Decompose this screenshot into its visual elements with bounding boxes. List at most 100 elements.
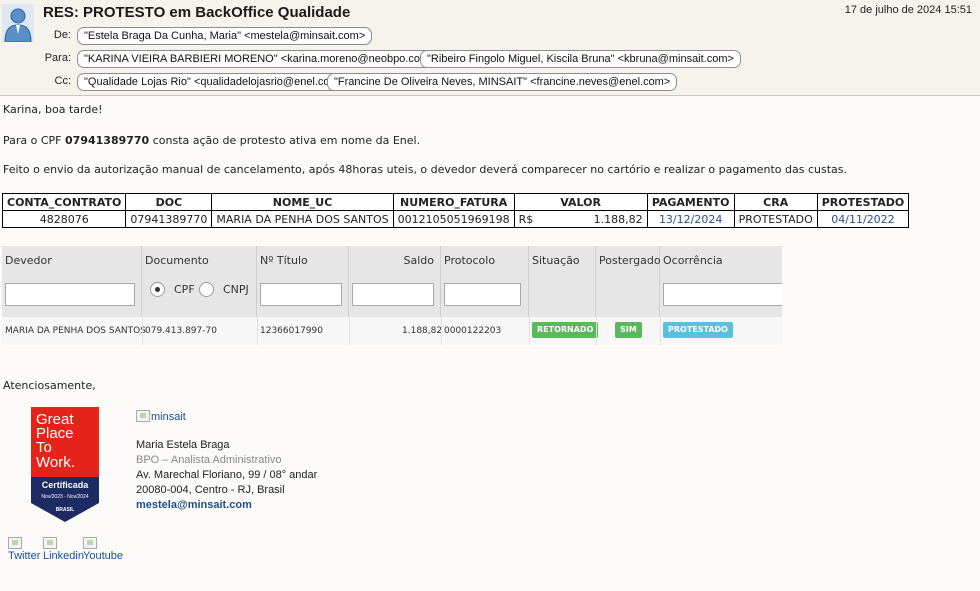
gptw-period: Nov/2023 - Nov/2024 <box>41 494 88 500</box>
closing-text: Atenciosamente, <box>3 379 96 392</box>
saldo-filter-input[interactable] <box>352 283 434 306</box>
email-header: RES: PROTESTO em BackOffice Qualidade 17… <box>0 0 980 96</box>
grid-cell-devedor: MARIA DA PENHA DOS SANTOS <box>5 326 146 336</box>
debtor-search-grid: Devedor Documento CPF CNPJ Nº Título Sal… <box>2 246 782 345</box>
grid-cell-saldo: 1.188,82 <box>402 326 443 336</box>
youtube-link[interactable]: Youtube <box>83 537 123 562</box>
grid-cell-documento: 079.413.897-70 <box>145 326 217 336</box>
grid-col-titulo: Nº Título <box>257 246 349 317</box>
situacao-badge: RETORNADO <box>532 322 599 338</box>
grid-header-saldo: Saldo <box>403 254 435 267</box>
table-header-row: CONTA_CONTRATO DOC NOME_UC NUMERO_FATURA… <box>1 193 910 211</box>
youtube-icon <box>83 537 97 549</box>
cell-currency: R$ <box>518 212 534 226</box>
grid-col-postergado: Postergado <box>596 246 661 317</box>
grid-col-devedor: Devedor <box>2 246 142 317</box>
cell-fatura: 0012105051969198 <box>392 210 515 228</box>
grid-col-protocolo: Protocolo <box>441 246 529 317</box>
signature-address1: Av. Marechal Floriano, 99 / 08° andar <box>136 469 318 481</box>
to-recipient-chip[interactable]: "KARINA VIEIRA BARBIERI MORENO" <karina.… <box>77 50 456 68</box>
grid-col-saldo: Saldo <box>349 246 441 317</box>
linkedin-link[interactable]: Linkedin <box>43 537 84 562</box>
email-subject: RES: PROTESTO em BackOffice Qualidade <box>43 4 351 21</box>
cell-valor-amount: 1.188,82 <box>593 212 643 226</box>
grid-header-situacao: Situação <box>532 254 580 267</box>
cc-label: Cc: <box>54 75 72 87</box>
col-valor: VALOR <box>513 193 648 211</box>
cell-doc: 07941389770 <box>125 210 213 228</box>
cell-protestado: 04/11/2022 <box>816 210 910 228</box>
cell-nome: MARIA DA PENHA DOS SANTOS <box>211 210 394 228</box>
grid-data-row[interactable]: MARIA DA PENHA DOS SANTOS 079.413.897-70… <box>2 317 782 345</box>
cell-conta: 4828076 <box>1 210 127 228</box>
cc-recipient-chip[interactable]: "Qualidade Lojas Rio" <qualidadelojasrio… <box>77 73 353 91</box>
to-label: Para: <box>44 52 71 64</box>
col-numero-fatura: NUMERO_FATURA <box>392 193 515 211</box>
table-row: 4828076 07941389770 MARIA DA PENHA DOS S… <box>1 210 910 228</box>
protest-table: CONTA_CONTRATO DOC NOME_UC NUMERO_FATURA… <box>1 193 910 228</box>
cpf-number: 07941389770 <box>65 134 150 147</box>
gptw-line4: Work. <box>36 454 75 471</box>
grid-cell-titulo: 12366017990 <box>260 326 323 336</box>
cpf-paragraph-pre: Para o CPF <box>3 134 66 147</box>
linkedin-icon <box>43 537 57 549</box>
grid-divider <box>257 317 258 345</box>
signature-role: BPO – Analista Administrativo <box>136 454 282 466</box>
grid-divider <box>349 317 350 345</box>
grid-divider <box>441 317 442 345</box>
devedor-filter-input[interactable] <box>5 283 135 306</box>
col-protestado: PROTESTADO <box>816 193 910 211</box>
postergado-badge: SIM <box>615 322 642 338</box>
grid-header-postergado: Postergado <box>599 254 661 267</box>
protocolo-filter-input[interactable] <box>444 283 521 306</box>
greeting-text: Karina, boa tarde! <box>3 103 103 116</box>
broken-image-icon <box>136 410 150 422</box>
grid-header-protocolo: Protocolo <box>444 254 496 267</box>
ocorrencia-filter-input[interactable] <box>663 283 782 306</box>
grid-col-ocorrencia: Ocorrência <box>660 246 782 317</box>
signature-name: Maria Estela Braga <box>136 439 230 451</box>
grid-col-documento: Documento CPF CNPJ <box>142 246 257 317</box>
minsait-logo-alt: minsait <box>151 411 186 423</box>
cpf-radio[interactable] <box>150 282 165 297</box>
col-nome-uc: NOME_UC <box>211 193 394 211</box>
signature-email-link[interactable]: mestela@minsait.com <box>136 499 252 511</box>
linkedin-link-label: Linkedin <box>43 550 84 562</box>
gptw-country: BRASIL <box>56 507 75 513</box>
grid-header-devedor: Devedor <box>5 254 52 267</box>
cell-cra: PROTESTADO <box>733 210 818 228</box>
cpf-paragraph-post: consta ação de protesto ativa em nome da… <box>149 134 421 147</box>
twitter-link-label: Twitter <box>8 550 41 562</box>
grid-header-documento: Documento <box>145 254 209 267</box>
cnpj-radio[interactable] <box>199 282 214 297</box>
col-pagamento: PAGAMENTO <box>646 193 735 211</box>
grid-col-situacao: Situação <box>529 246 596 317</box>
from-label: De: <box>53 29 71 41</box>
titulo-filter-input[interactable] <box>260 283 342 306</box>
twitter-link[interactable]: Twitter <box>8 537 40 562</box>
youtube-link-label: Youtube <box>83 550 123 562</box>
grid-header-titulo: Nº Título <box>260 254 308 267</box>
signature-address2: 20080-004, Centro - RJ, Brasil <box>136 484 285 496</box>
cpf-paragraph: Para o CPF 07941389770 consta ação de pr… <box>3 134 420 147</box>
col-conta-contrato: CONTA_CONTRATO <box>1 193 127 211</box>
grid-divider <box>596 317 597 345</box>
to-recipient-chip[interactable]: "Ribeiro Fingolo Miguel, Kiscila Bruna" … <box>420 50 741 68</box>
cpf-radio-label: CPF <box>174 283 195 296</box>
cnpj-radio-label: CNPJ <box>223 283 249 296</box>
gptw-cert: Certificada <box>42 480 90 490</box>
grid-cell-protocolo: 0000122203 <box>444 326 502 336</box>
grid-divider <box>142 317 143 345</box>
col-cra: CRA <box>733 193 818 211</box>
minsait-logo-image[interactable]: minsait <box>136 410 186 423</box>
grid-divider <box>529 317 530 345</box>
from-recipient-chip[interactable]: "Estela Braga Da Cunha, Maria" <mestela@… <box>77 27 373 45</box>
twitter-icon <box>8 537 22 549</box>
grid-header-ocorrencia: Ocorrência <box>663 254 723 267</box>
cc-recipient-chip[interactable]: "Francine De Oliveira Neves, MINSAIT" <f… <box>327 73 678 91</box>
cancel-paragraph: Feito o envio da autorização manual de c… <box>3 163 848 176</box>
email-date: 17 de julho de 2024 15:51 <box>844 4 972 16</box>
cell-valor: R$ 1.188,82 <box>513 210 648 228</box>
gptw-certified-badge: Great Place To Work. Certificada Nov/202… <box>31 407 99 522</box>
grid-divider <box>660 317 661 345</box>
